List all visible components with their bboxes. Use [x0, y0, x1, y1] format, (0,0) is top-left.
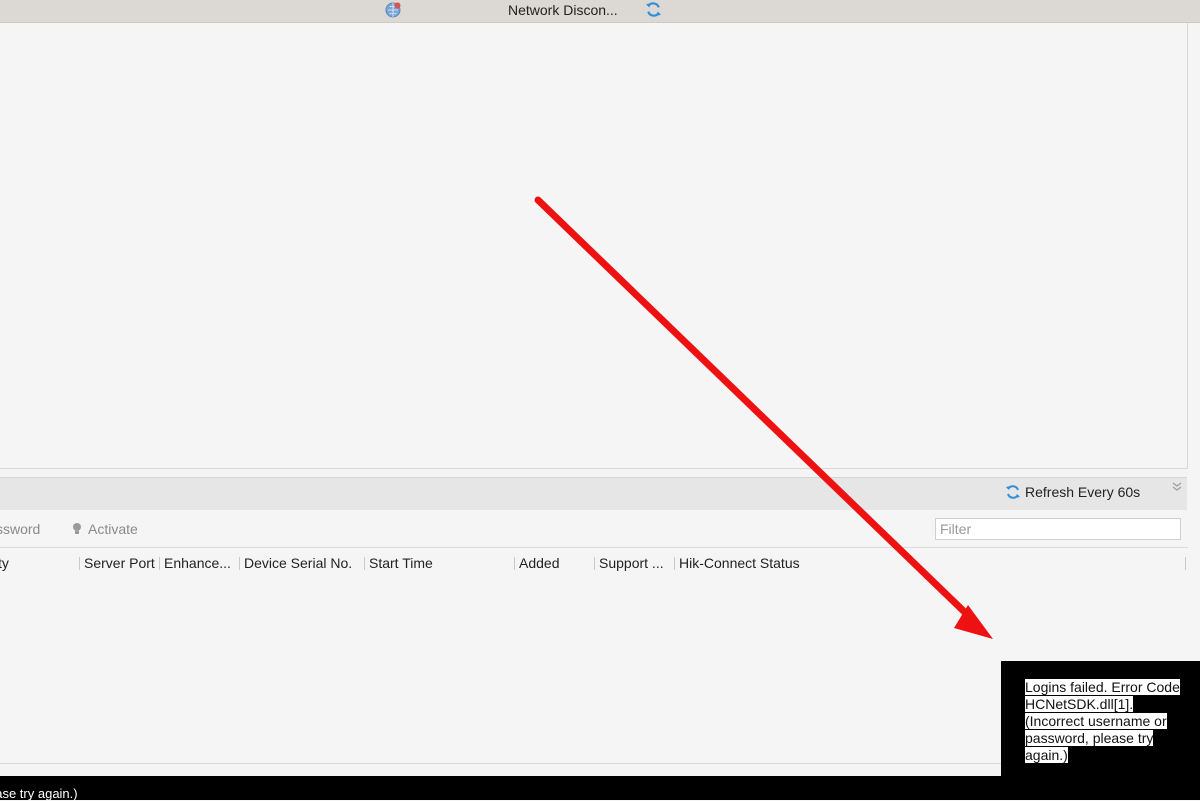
refresh-every-button[interactable]: Refresh Every 60s [1005, 484, 1140, 500]
status-bar-message: ease try again.) [0, 786, 78, 801]
column-divider[interactable] [1185, 557, 1186, 570]
activate-button[interactable]: Activate [72, 521, 138, 537]
column-header-enhanced[interactable]: Enhance... [164, 555, 231, 571]
device-panel-header: Refresh Every 60s [0, 477, 1187, 511]
column-header-serial-no[interactable]: Device Serial No. [244, 555, 352, 571]
activate-label: Activate [88, 521, 138, 537]
column-header-security[interactable]: ty [0, 555, 9, 571]
column-divider[interactable] [79, 557, 80, 570]
refresh-every-label: Refresh Every 60s [1025, 484, 1141, 500]
column-header-added[interactable]: Added [519, 555, 559, 571]
top-status-bar: Network Discon... [0, 0, 1200, 23]
refresh-icon [1006, 485, 1020, 499]
column-divider[interactable] [594, 557, 595, 570]
filter-input[interactable] [935, 518, 1181, 540]
column-header-support[interactable]: Support ... [599, 555, 664, 571]
column-divider[interactable] [674, 557, 675, 570]
network-status-text: Network Discon... [508, 2, 618, 18]
collapse-chevron-icon[interactable] [1171, 481, 1183, 493]
column-divider[interactable] [159, 557, 160, 570]
column-header-server-port[interactable]: Server Port [84, 555, 155, 571]
column-header-start-time[interactable]: Start Time [369, 555, 433, 571]
login-error-toast: Logins failed. Error Code HCNetSDK.dll[1… [1001, 661, 1200, 776]
modify-password-button[interactable]: ssword [0, 521, 40, 537]
upper-content-panel [0, 23, 1188, 469]
column-divider[interactable] [514, 557, 515, 570]
lightbulb-icon [73, 523, 81, 534]
bottom-status-bar: ease try again.) [0, 776, 1200, 801]
network-globe-icon [385, 2, 401, 18]
column-header-hik-connect-status[interactable]: Hik-Connect Status [679, 555, 800, 571]
error-message: Logins failed. Error Code HCNetSDK.dll[1… [1025, 679, 1180, 763]
refresh-icon[interactable] [645, 1, 662, 18]
device-table-header: ty Server Port Enhance... Device Serial … [0, 547, 1188, 579]
device-toolbar: ssword Activate [0, 510, 1187, 546]
column-divider[interactable] [239, 557, 240, 570]
column-divider[interactable] [364, 557, 365, 570]
